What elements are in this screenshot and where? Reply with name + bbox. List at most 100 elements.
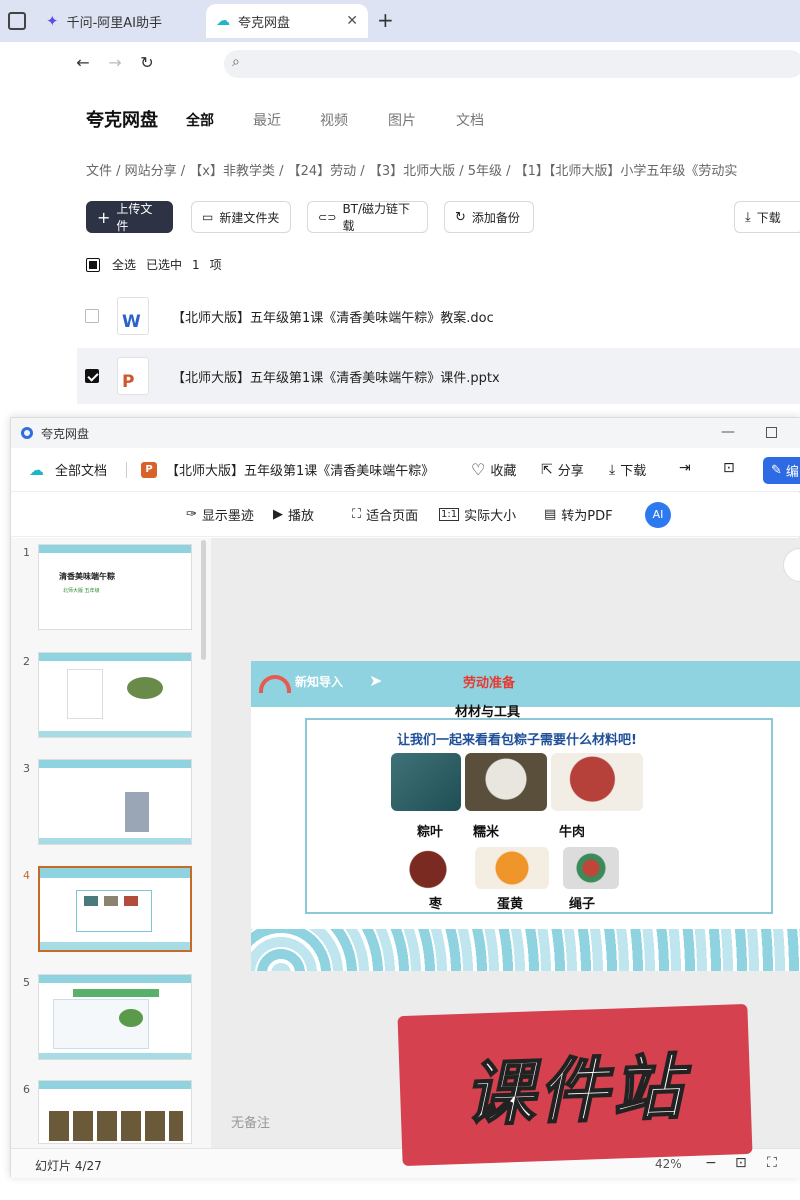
select-all-label[interactable]: 全选	[112, 256, 136, 273]
backup-icon: ↻	[455, 209, 466, 225]
file-checkbox[interactable]	[85, 369, 99, 383]
quark-cloud-icon: ☁	[216, 13, 230, 29]
thumb-number: 5	[23, 976, 30, 989]
file-row[interactable]: P 【北师大版】五年级第1课《清香美味端午粽》课件.pptx	[77, 348, 800, 404]
bt-download-button[interactable]: ⊂⊃ BT/磁力链下载	[307, 201, 428, 233]
show-ink-label: 显示墨迹	[201, 509, 254, 524]
thumbnail-scrollbar[interactable]	[201, 540, 206, 660]
new-tab-plus-icon[interactable]: +	[377, 8, 394, 32]
download-icon: ⤓	[745, 209, 751, 225]
zongye-image	[391, 753, 461, 811]
thumb-number: 6	[23, 1083, 30, 1096]
watermark-stamp: 课件站	[397, 1003, 753, 1167]
breadcrumb[interactable]: 文件 / 网站分享 / 【x】非教学类 / 【24】劳动 / 【3】北师大版 /…	[86, 160, 800, 179]
selection-row: 全选 已选中 1 项	[86, 256, 222, 273]
qianwen-logo-icon: ✦	[46, 12, 59, 30]
tab-quark-label: 夸克网盘	[238, 15, 291, 31]
tab-qianwen[interactable]: ✦ 千问-阿里AI助手	[40, 4, 200, 38]
viewer-download-button[interactable]: ⤓ 下载	[609, 460, 646, 480]
quark-logo-icon	[21, 427, 33, 439]
new-folder-label: 新建文件夹	[219, 210, 280, 225]
select-all-checkbox[interactable]	[86, 257, 100, 272]
fit-page-button[interactable]: ⛶ 适合页面	[352, 505, 418, 524]
add-backup-button[interactable]: ↻ 添加备份	[444, 201, 534, 233]
tab-image[interactable]: 图片	[388, 110, 416, 130]
slide-banner-left: 新知导入	[295, 675, 344, 689]
edit-button[interactable]: ✎ 编	[763, 457, 800, 484]
favorite-button[interactable]: ♡ 收藏	[471, 460, 516, 479]
heart-icon: ♡	[471, 460, 486, 479]
pdf-icon: ▤	[544, 507, 557, 522]
show-ink-button[interactable]: ✑ 显示墨迹	[186, 505, 254, 524]
new-folder-button[interactable]: ▭ 新建文件夹	[191, 201, 291, 233]
ppt-file-icon: P	[141, 461, 157, 478]
selected-unit: 项	[209, 258, 222, 272]
address-bar[interactable]: ⌕	[224, 50, 800, 78]
file-row[interactable]: W 【北师大版】五年级第1课《清香美味端午粽》教案.doc	[77, 288, 800, 344]
arrow-right-icon[interactable]: →	[104, 52, 126, 74]
pencil-icon: ✎	[771, 463, 782, 478]
no-notes-label: 无备注	[231, 1116, 271, 1131]
play-button[interactable]: ▶ 播放	[273, 505, 314, 524]
download-button[interactable]: ⤓ 下载	[734, 201, 800, 233]
tab-doc[interactable]: 文档	[456, 110, 484, 130]
slide-thumbnail-panel: 1 清香美味端午粽 北师大版 五年级 2 3 4 5 6	[11, 538, 211, 1148]
zoom-level: 42%	[655, 1157, 682, 1171]
viewer-title: 夸克网盘	[41, 426, 90, 441]
tab-quark[interactable]: ☁ 夸克网盘 ✕	[206, 4, 368, 38]
slide-thumbnail[interactable]	[38, 759, 192, 845]
selected-count: 1	[192, 257, 200, 272]
slide-thumbnail-current[interactable]	[38, 866, 192, 952]
export-icon[interactable]: ⇥	[679, 460, 691, 476]
upload-button[interactable]: + 上传文件	[86, 201, 173, 233]
file-checkbox[interactable]	[85, 309, 99, 323]
all-docs-button[interactable]: ☁ 全部文档	[29, 460, 107, 480]
folder-plus-icon: ▭	[202, 210, 214, 224]
viewer-toolbar: ☁ 全部文档 P 【北师大版】五年级第1课《清香美味端午粽》 ♡ 收藏 ⇱ 分享…	[11, 448, 800, 492]
thumb-number: 1	[23, 546, 30, 559]
reload-icon[interactable]: ↻	[136, 52, 158, 74]
current-slide[interactable]: 新知导入 ➤ 劳动准备 材材与工具 让我们一起来看看包粽子需要什么材料吧! 粽叶…	[251, 661, 800, 971]
slide-thumbnail[interactable]	[38, 974, 192, 1060]
ink-icon: ✑	[186, 507, 197, 522]
minimize-icon[interactable]: —	[721, 424, 735, 440]
share-button[interactable]: ⇱ 分享	[541, 460, 584, 480]
to-pdf-button[interactable]: ▤ 转为PDF	[544, 505, 613, 524]
edit-label: 编	[785, 465, 799, 480]
to-pdf-label: 转为PDF	[561, 509, 613, 524]
cloud-icon: ☁	[29, 460, 44, 479]
stage-side-icon[interactable]	[783, 548, 800, 582]
slide-thumbnail[interactable]	[38, 1080, 192, 1144]
ai-assistant-icon[interactable]: AI	[645, 502, 671, 528]
slide-counter: 幻灯片 4/27	[35, 1159, 102, 1173]
rice-image	[465, 753, 547, 811]
browser-nav-bar: ← → ↻ ⌕	[0, 42, 800, 84]
play-label: 播放	[288, 509, 315, 524]
tab-search-icon[interactable]	[8, 12, 26, 30]
tab-all[interactable]: 全部	[186, 110, 214, 130]
rope-image	[563, 847, 619, 889]
arrow-left-icon[interactable]: ←	[72, 52, 94, 74]
download-label: 下载	[756, 210, 781, 225]
file-name[interactable]: 【北师大版】五年级第1课《清香美味端午粽》课件.pptx	[172, 367, 500, 386]
word-doc-icon: W	[117, 297, 149, 335]
fit-screen-icon[interactable]: ⊡	[735, 1155, 747, 1171]
fullscreen-icon[interactable]: ⛶	[767, 1155, 777, 1171]
item-label: 枣	[429, 897, 443, 912]
maximize-icon[interactable]	[766, 427, 777, 438]
backup-label: 添加备份	[471, 210, 520, 225]
slide-thumbnail[interactable]: 清香美味端午粽 北师大版 五年级	[38, 544, 192, 630]
thumb-number: 3	[23, 762, 30, 775]
zoom-out-icon[interactable]: −	[705, 1155, 717, 1171]
thumb-title: 清香美味端午粽	[59, 572, 115, 581]
share-icon: ⇱	[541, 461, 553, 478]
tab-recent[interactable]: 最近	[253, 110, 281, 130]
report-icon[interactable]: ⊡	[723, 460, 735, 476]
slide-thumbnail[interactable]	[38, 652, 192, 738]
close-icon[interactable]: ✕	[346, 13, 358, 29]
actual-size-button[interactable]: 1:1 实际大小	[439, 505, 516, 524]
file-name[interactable]: 【北师大版】五年级第1课《清香美味端午粽》教案.doc	[172, 307, 494, 326]
page-brand: 夸克网盘	[86, 110, 158, 131]
tab-video[interactable]: 视频	[320, 110, 348, 130]
powerpoint-icon: P	[117, 357, 149, 395]
